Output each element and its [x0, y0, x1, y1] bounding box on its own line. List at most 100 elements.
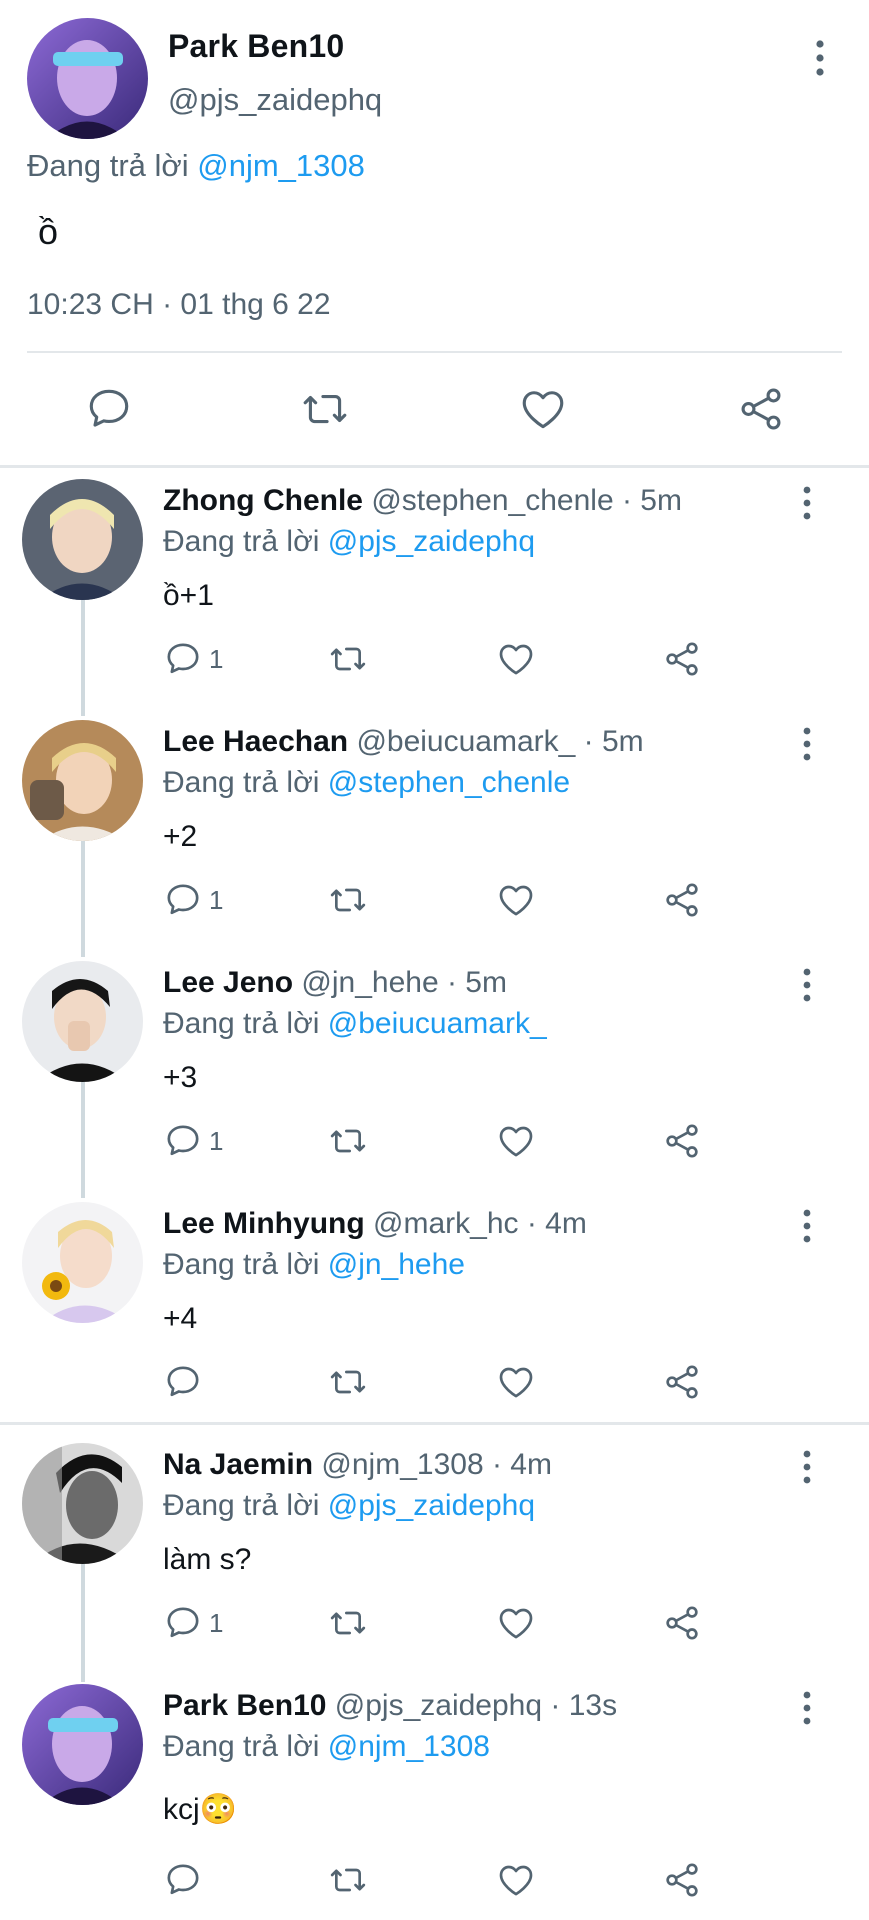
divider [0, 1422, 869, 1425]
reply-header: Zhong Chenle @stephen_chenle · 5m [163, 484, 682, 518]
tweet-text: +4 [163, 1302, 198, 1335]
tweet-thread-screen: Park Ben10 @pjs_zaidephq Đang trả lời @n… [0, 0, 869, 1920]
share-icon[interactable] [662, 1601, 702, 1645]
reply-icon [163, 1121, 203, 1161]
reply-actions: 1 [0, 1601, 869, 1647]
reply-header: Lee Jeno @jn_hehe · 5m [163, 966, 507, 1000]
more-options-icon[interactable] [792, 1688, 822, 1728]
author-name[interactable]: Park Ben10 [168, 28, 344, 65]
author-name[interactable]: Lee Minhyung [163, 1207, 365, 1240]
replying-to-prefix: Đang trả lời [163, 766, 320, 799]
author-handle[interactable]: @pjs_zaidephq [168, 82, 382, 118]
reply-count: 1 [209, 643, 224, 674]
avatar[interactable] [22, 479, 143, 600]
avatar[interactable] [22, 1443, 143, 1564]
like-icon[interactable] [496, 878, 536, 922]
reply-tweet[interactable]: Lee Haechan @beiucuamark_ · 5m Đang trả … [0, 720, 869, 960]
reply-tweet[interactable]: Lee Jeno @jn_hehe · 5m Đang trả lời @bei… [0, 961, 869, 1201]
like-icon[interactable] [496, 1858, 536, 1902]
more-options-icon[interactable] [805, 36, 835, 80]
replying-to-prefix: Đang trả lời [163, 1489, 320, 1522]
reply-icon[interactable] [84, 384, 134, 434]
reply-button[interactable]: 1 [163, 637, 223, 681]
share-icon[interactable] [736, 384, 786, 434]
reply-icon [163, 1603, 203, 1643]
avatar[interactable] [27, 18, 148, 139]
replying-to-mention[interactable]: @njm_1308 [328, 1730, 490, 1763]
author-name[interactable]: Zhong Chenle [163, 484, 363, 517]
reply-button[interactable] [163, 1858, 209, 1902]
tweet-text: +3 [163, 1061, 198, 1094]
replying-to: Đang trả lời @jn_hehe [163, 1248, 465, 1282]
share-icon[interactable] [662, 878, 702, 922]
retweet-icon[interactable] [300, 384, 350, 434]
reply-count: 1 [209, 1607, 224, 1638]
reply-tweet[interactable]: Zhong Chenle @stephen_chenle · 5m Đang t… [0, 479, 869, 719]
reply-tweet[interactable]: Na Jaemin @njm_1308 · 4m Đang trả lời @p… [0, 1443, 869, 1683]
author-meta: @njm_1308 · 4m [321, 1448, 552, 1481]
author-name[interactable]: Lee Haechan [163, 725, 348, 758]
reply-actions: 1 [0, 637, 869, 683]
replying-to-prefix: Đang trả lời [27, 148, 189, 183]
main-tweet: Park Ben10 @pjs_zaidephq Đang trả lời @n… [0, 0, 869, 465]
reply-tweet[interactable]: Park Ben10 @pjs_zaidephq · 13s Đang trả … [0, 1684, 869, 1920]
reply-button[interactable]: 1 [163, 1601, 223, 1645]
reply-tweet[interactable]: Lee Minhyung @mark_hc · 4m Đang trả lời … [0, 1202, 869, 1442]
avatar[interactable] [22, 961, 143, 1082]
reply-button[interactable]: 1 [163, 1119, 223, 1163]
more-options-icon[interactable] [792, 483, 822, 523]
avatar[interactable] [22, 1684, 143, 1805]
more-options-icon[interactable] [792, 1206, 822, 1246]
reply-button[interactable]: 1 [163, 878, 223, 922]
reply-header: Lee Haechan @beiucuamark_ · 5m [163, 725, 644, 759]
retweet-icon[interactable] [328, 1360, 368, 1404]
retweet-icon[interactable] [328, 637, 368, 681]
retweet-icon[interactable] [328, 878, 368, 922]
tweet-text: kcj😳 [163, 1793, 238, 1826]
author-meta: @mark_hc · 4m [373, 1207, 587, 1240]
share-icon[interactable] [662, 637, 702, 681]
replying-to-mention[interactable]: @stephen_chenle [328, 766, 570, 799]
like-icon[interactable] [496, 637, 536, 681]
like-icon[interactable] [496, 1601, 536, 1645]
avatar[interactable] [22, 720, 143, 841]
reply-header: Park Ben10 @pjs_zaidephq · 13s [163, 1689, 617, 1723]
tweet-text: +2 [163, 820, 198, 853]
replying-to: Đang trả lời @pjs_zaidephq [163, 525, 535, 559]
retweet-icon[interactable] [328, 1601, 368, 1645]
replying-to-mention[interactable]: @njm_1308 [197, 148, 365, 183]
replying-to-mention[interactable]: @jn_hehe [328, 1248, 465, 1281]
like-icon[interactable] [496, 1360, 536, 1404]
like-icon[interactable] [518, 384, 568, 434]
more-options-icon[interactable] [792, 965, 822, 1005]
reply-icon [163, 1362, 203, 1402]
retweet-icon[interactable] [328, 1119, 368, 1163]
author-name[interactable]: Park Ben10 [163, 1689, 326, 1722]
reply-button[interactable] [163, 1360, 209, 1404]
replying-to-prefix: Đang trả lời [163, 1730, 320, 1763]
reply-actions: 1 [0, 1119, 869, 1165]
reply-count: 1 [209, 1125, 224, 1156]
share-icon[interactable] [662, 1119, 702, 1163]
replying-to-mention[interactable]: @pjs_zaidephq [328, 525, 535, 558]
replying-to: Đang trả lời @pjs_zaidephq [163, 1489, 535, 1523]
replying-to-prefix: Đang trả lời [163, 1007, 320, 1040]
share-icon[interactable] [662, 1360, 702, 1404]
reply-count: 1 [209, 884, 224, 915]
author-name[interactable]: Lee Jeno [163, 966, 293, 999]
retweet-icon[interactable] [328, 1858, 368, 1902]
share-icon[interactable] [662, 1858, 702, 1902]
more-options-icon[interactable] [792, 1447, 822, 1487]
author-name[interactable]: Na Jaemin [163, 1448, 313, 1481]
author-meta: @stephen_chenle · 5m [371, 484, 682, 517]
tweet-text: ồ [38, 211, 59, 252]
replying-to: Đang trả lời @stephen_chenle [163, 766, 570, 800]
divider [0, 465, 869, 468]
more-options-icon[interactable] [792, 724, 822, 764]
author-meta: @pjs_zaidephq · 13s [334, 1689, 618, 1722]
replying-to-mention[interactable]: @pjs_zaidephq [328, 1489, 535, 1522]
divider [27, 351, 842, 353]
like-icon[interactable] [496, 1119, 536, 1163]
avatar[interactable] [22, 1202, 143, 1323]
replying-to-mention[interactable]: @beiucuamark_ [328, 1007, 547, 1040]
